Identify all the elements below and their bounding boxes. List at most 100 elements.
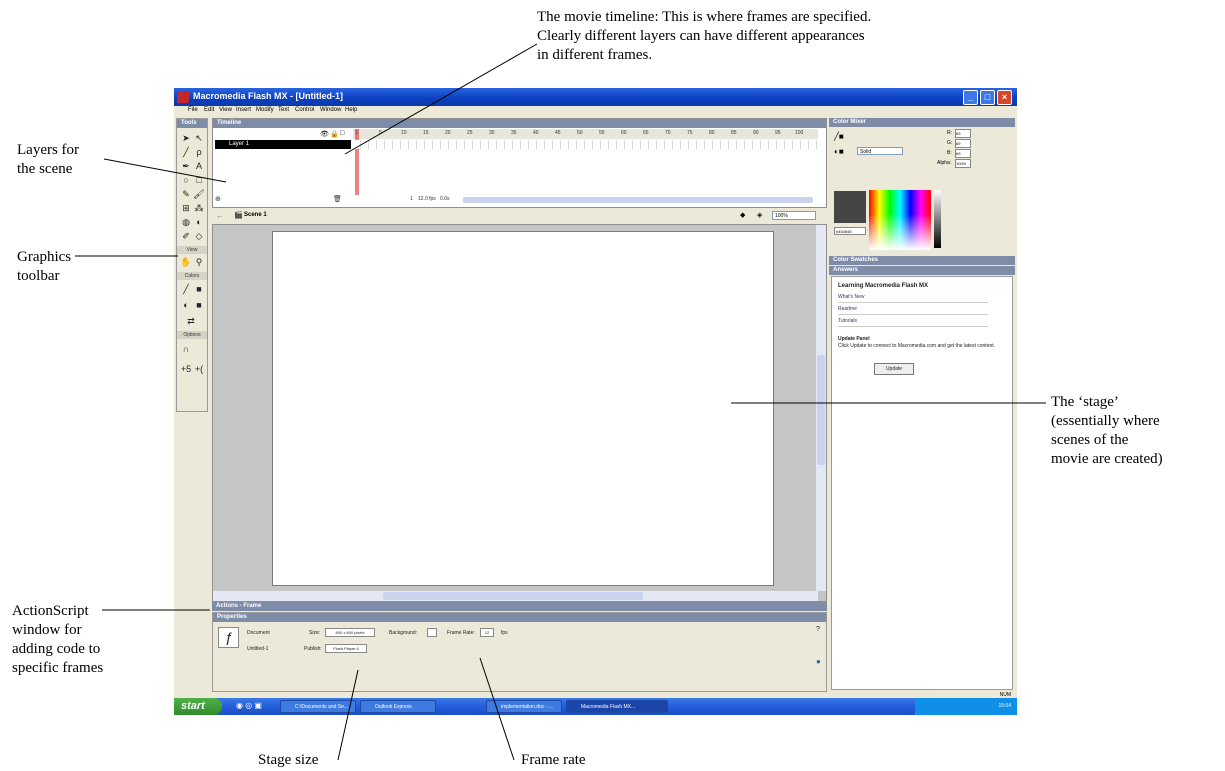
answers-link-readme[interactable]: Readme (838, 306, 988, 315)
help-icon[interactable]: ? (816, 626, 820, 633)
eraser-tool-icon[interactable]: ◇ (193, 230, 205, 242)
fill-swatch-icon[interactable]: ■ (193, 299, 205, 311)
start-button[interactable]: start (174, 698, 222, 715)
swap-colors-icon[interactable]: ⇄ (185, 315, 197, 327)
menu-text[interactable]: Text (278, 107, 289, 113)
smooth-option-icon[interactable]: +5 (180, 363, 192, 375)
close-button[interactable]: × (997, 90, 1012, 105)
answers-link-tutorials[interactable]: Tutorials (838, 318, 988, 327)
playhead[interactable] (355, 129, 359, 195)
scene-icon: 🎬 (234, 212, 243, 219)
add-layer-icon[interactable]: ⊕ (215, 195, 221, 203)
stroke-pencil-icon[interactable]: ╱■ (834, 132, 844, 141)
r-input[interactable]: 69 (955, 129, 971, 138)
lock-icon[interactable]: 🔒 (330, 130, 339, 138)
clock: 15:04 (998, 703, 1011, 709)
stage-horizontal-thumb[interactable] (383, 592, 643, 600)
pen-tool-icon[interactable]: ✒ (180, 160, 192, 172)
menu-modify[interactable]: Modify (256, 107, 274, 113)
size-button[interactable]: 800 x 600 pixels (325, 628, 375, 637)
stage-vertical-thumb[interactable] (817, 355, 825, 465)
frame-rate-input[interactable]: 12 (480, 628, 494, 637)
background-color-swatch[interactable] (427, 628, 437, 637)
stage-annotation-line: The ‘stage’ (1051, 394, 1119, 410)
title-bar: Macromedia Flash MX - [Untitled-1] _ □ × (174, 88, 1017, 106)
taskbar-item[interactable]: C:\Documents and Se... (280, 700, 356, 713)
b-input[interactable]: 69 (955, 149, 971, 158)
fill-color-icon[interactable]: ◐ (180, 299, 192, 311)
subselect-tool-icon[interactable]: ↖ (193, 132, 205, 144)
publish-button[interactable]: Flash Player 6 (325, 644, 367, 653)
stage-vertical-scrollbar[interactable] (816, 225, 826, 591)
menu-insert[interactable]: Insert (236, 107, 251, 113)
transform-tool-icon[interactable]: ⊞ (180, 202, 192, 214)
edit-symbols-icon[interactable]: ◆ (740, 211, 745, 219)
zoom-tool-icon[interactable]: ⚲ (193, 256, 205, 268)
stage-canvas[interactable] (272, 231, 774, 586)
taskbar-item[interactable]: Macromedia Flash MX... (566, 700, 668, 713)
straighten-option-icon[interactable]: +( (193, 363, 205, 375)
pencil-tool-icon[interactable]: ✎ (180, 188, 192, 200)
actions-panel-header[interactable]: Actions - Frame (212, 602, 827, 611)
timeline-scrollbar[interactable] (463, 197, 813, 203)
outline-icon[interactable]: □ (340, 130, 344, 137)
menu-control[interactable]: Control (295, 107, 314, 113)
b-label: B: (947, 150, 952, 156)
taskbar-item[interactable]: implementation.doc - ... (486, 700, 562, 713)
color-swatches-header[interactable]: Color Swatches (829, 256, 1015, 265)
menu-file[interactable]: File (188, 107, 198, 113)
snap-magnet-icon[interactable]: ∩ (180, 343, 192, 355)
stroke-color-icon[interactable]: ╱ (180, 283, 192, 295)
answers-link-whats-new[interactable]: What's New (838, 294, 988, 303)
color-spectrum[interactable] (869, 190, 931, 250)
g-input[interactable]: 69 (955, 139, 971, 148)
taskbar-item[interactable]: Outlook Express (360, 700, 436, 713)
brightness-slider[interactable] (934, 190, 941, 248)
zoom-select[interactable]: 100% (772, 211, 816, 220)
hex-input[interactable]: #454545 (834, 227, 866, 235)
hand-tool-icon[interactable]: ✋ (180, 256, 192, 268)
menu-help[interactable]: Help (345, 107, 357, 113)
eyedropper-tool-icon[interactable]: ✐ (180, 230, 192, 242)
quick-launch-icons[interactable]: ◉ ◎ ▣ (236, 701, 262, 710)
lasso-tool-icon[interactable]: ρ (193, 146, 205, 158)
menu-edit[interactable]: Edit (204, 107, 214, 113)
update-button[interactable]: Update (874, 363, 914, 375)
frame-rate-label: Frame Rate: (447, 630, 475, 636)
rectangle-tool-icon[interactable]: □ (193, 174, 205, 186)
brush-tool-icon[interactable]: 🖌 (193, 188, 205, 200)
expand-panel-icon[interactable]: ● (816, 657, 821, 666)
fill-transform-tool-icon[interactable]: ⁂ (193, 202, 205, 214)
stroke-swatch-icon[interactable]: ■ (193, 283, 205, 295)
ruler-tick: 20 (445, 130, 451, 136)
text-tool-icon[interactable]: A (193, 160, 205, 172)
menu-bar: File Edit View Insert Modify Text Contro… (174, 106, 1017, 116)
delete-layer-icon[interactable]: 🗑 (333, 195, 342, 203)
back-arrow-icon[interactable]: ← (216, 211, 224, 220)
ink-bottle-tool-icon[interactable]: ◍ (180, 216, 192, 228)
line-tool-icon[interactable]: ╱ (180, 146, 192, 158)
frame-rate-value: 12 (484, 630, 490, 635)
arrow-tool-icon[interactable]: ➤ (180, 132, 192, 144)
edit-scene-icon[interactable]: ◈ (757, 211, 762, 219)
frame-cells[interactable] (353, 140, 818, 149)
color-mixer-header[interactable]: Color Mixer (829, 118, 1015, 127)
ruler-tick: 70 (665, 130, 671, 136)
fill-bucket-icon[interactable]: ◐■ (834, 147, 844, 156)
eye-icon[interactable]: 👁 (320, 130, 329, 138)
menu-window[interactable]: Window (320, 107, 341, 113)
menu-view[interactable]: View (219, 107, 232, 113)
properties-panel-header[interactable]: Properties (213, 613, 826, 622)
tools-panel-header: Tools (177, 119, 207, 128)
stage-horizontal-scrollbar[interactable] (213, 591, 818, 601)
minimize-button[interactable]: _ (963, 90, 978, 105)
layer-row[interactable]: Layer 1 (215, 140, 351, 149)
fill-type-select[interactable]: Solid (857, 147, 903, 155)
system-tray: 15:04 (915, 698, 1017, 715)
maximize-button[interactable]: □ (980, 90, 995, 105)
alpha-input[interactable]: 100% (955, 159, 971, 168)
paint-bucket-tool-icon[interactable]: ◐ (193, 216, 205, 228)
frame-ruler[interactable]: 1 5 10 15 20 25 30 35 40 45 50 55 60 65 … (353, 129, 818, 139)
oval-tool-icon[interactable]: ○ (180, 174, 192, 186)
answers-header[interactable]: Answers (829, 266, 1015, 275)
